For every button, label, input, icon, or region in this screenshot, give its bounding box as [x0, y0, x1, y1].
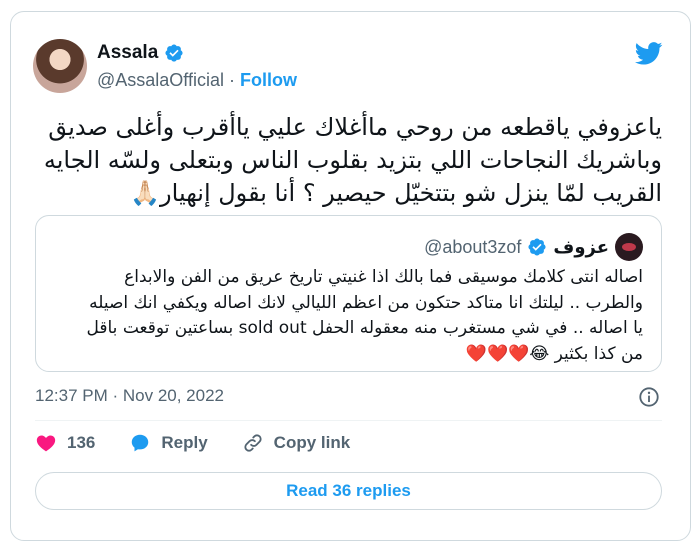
quoted-line: والطرب .. ليلتك انا متاكد حتكون من اعظم … — [89, 292, 643, 313]
twitter-bird-icon[interactable] — [635, 42, 663, 65]
reply-bubble-icon — [132, 434, 149, 452]
author-name-row: Assala — [97, 42, 184, 64]
quoted-line: اصاله انتى كلامك موسيقى فما بالك اذا غني… — [124, 267, 643, 287]
tweet-text: ياعزوفي ياقطعه من روحي ماأغلاك عليي ياأق… — [22, 111, 662, 210]
author-avatar[interactable] — [33, 39, 87, 93]
quoted-tweet-text: اصاله انتى كلامك موسيقى فما بالك اذا غني… — [43, 265, 644, 367]
heart-icon — [36, 435, 56, 452]
reply-label: Reply — [161, 433, 208, 452]
quoted-author-name: عزوف — [553, 236, 609, 258]
tweet-line: وباشريك النجاحات اللي بتزيد بقلوب الناس … — [43, 146, 662, 174]
quoted-tweet[interactable]: عزوف @about3zof اصاله انتى كلامك موسيقى … — [35, 215, 662, 372]
author-handle[interactable]: @AssalaOfficial — [97, 70, 224, 90]
copy-link-action[interactable]: Copy link — [242, 432, 351, 454]
tweet-timestamp[interactable]: 12:37 PM · Nov 20, 2022 — [35, 386, 224, 406]
tweet-actions: 136 Reply Copy link — [35, 432, 384, 454]
info-icon[interactable] — [638, 386, 660, 408]
tweet-line: ياعزوفي ياقطعه من روحي ماأغلاك عليي ياأق… — [48, 113, 662, 141]
verified-badge-icon — [165, 44, 183, 62]
tweet-line: القريب لمّا ينزل شو بتتخيّل حيصير ؟ أنا … — [130, 179, 662, 207]
author-handle-row: @AssalaOfficial · Follow — [97, 70, 297, 91]
quoted-line: يا اصاله .. في شي مستغرب منه معقوله الحف… — [86, 318, 644, 338]
quoted-author-avatar — [615, 233, 643, 261]
link-icon — [244, 434, 262, 452]
quoted-author-handle: @about3zof — [424, 236, 522, 257]
follow-button[interactable]: Follow — [240, 70, 297, 90]
divider — [35, 420, 662, 421]
handle-separator: · — [229, 70, 235, 90]
copy-link-label: Copy link — [273, 433, 351, 452]
reply-action[interactable]: Reply — [129, 432, 208, 454]
like-action[interactable]: 136 — [35, 432, 95, 454]
quoted-line: من كذا بكثير 😂❤️❤️❤️ — [465, 343, 643, 364]
verified-badge-icon — [528, 238, 546, 256]
quoted-tweet-header: عزوف @about3zof — [36, 233, 643, 261]
read-replies-button[interactable]: Read 36 replies — [35, 472, 662, 510]
author-name[interactable]: Assala — [97, 42, 158, 64]
like-count: 136 — [67, 433, 96, 452]
